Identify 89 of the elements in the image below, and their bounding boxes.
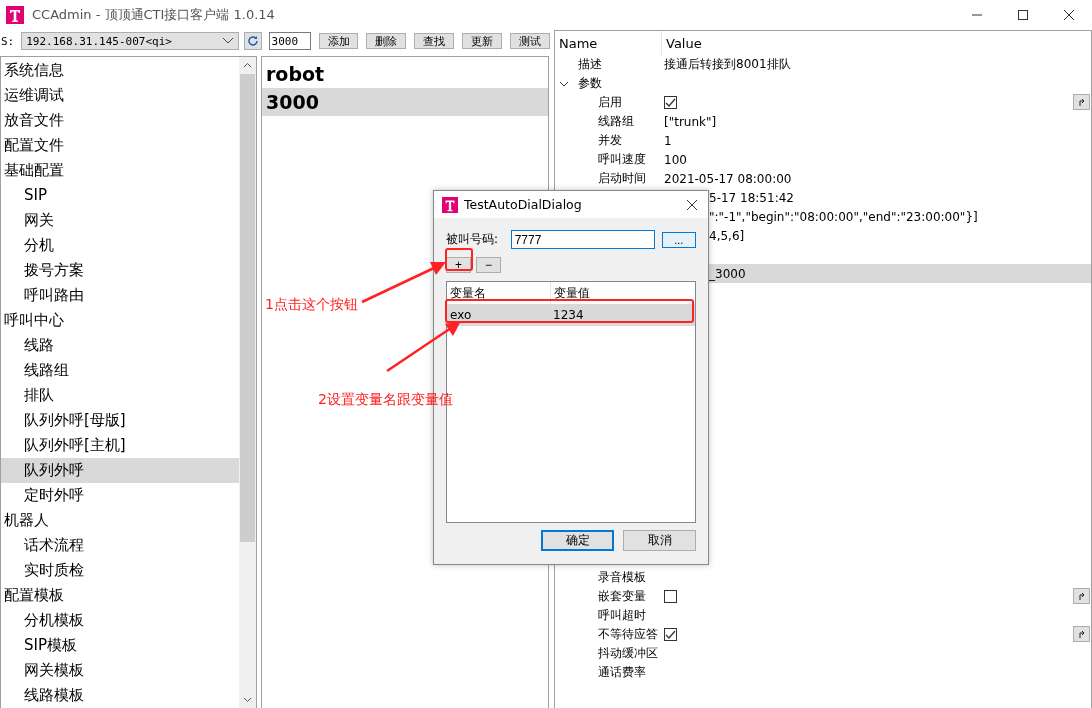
tree-item[interactable]: 线路模板 <box>1 683 239 708</box>
property-name: 通话费率 <box>598 664 647 681</box>
property-value: 接通后转接到8001排队 <box>664 56 791 73</box>
number-label: 被叫号码: <box>446 231 500 248</box>
tree-item[interactable]: 实时质检 <box>1 558 239 583</box>
property-name: 参数 <box>578 75 603 92</box>
cancel-button[interactable]: 取消 <box>623 530 696 551</box>
property-name: 嵌套变量 <box>598 588 647 605</box>
tree-item[interactable]: SIP模板 <box>1 633 239 658</box>
tree-item[interactable]: 配置文件 <box>1 133 239 158</box>
number-field[interactable]: 7777 <box>510 230 655 249</box>
tree-item[interactable]: 线路 <box>1 333 239 358</box>
curved-arrow-icon <box>1077 97 1086 107</box>
browse-button[interactable]: ... <box>661 231 696 248</box>
tree-item[interactable]: 队列外呼[母版] <box>1 408 239 433</box>
tree-item[interactable]: 拨号方案 <box>1 258 239 283</box>
window-title: CCAdmin - 顶顶通CTI接口客户端 1.0.14 <box>32 6 275 24</box>
property-value: 2021-05-17 08:00:00 <box>664 171 792 186</box>
list-item[interactable]: 3000 <box>262 88 548 116</box>
close-icon[interactable] <box>686 198 698 211</box>
tree-item[interactable]: 分机模板 <box>1 608 239 633</box>
property-value: 100 <box>664 152 687 167</box>
column-header[interactable]: Value <box>662 35 702 51</box>
remove-button[interactable]: − <box>476 257 501 273</box>
property-name: 录音模板 <box>598 569 647 586</box>
checkbox[interactable] <box>664 628 677 641</box>
scrollbar[interactable] <box>239 57 256 708</box>
tree-item[interactable]: 排队 <box>1 383 239 408</box>
app-logo-icon <box>6 6 24 24</box>
column-header[interactable]: Name <box>555 31 662 55</box>
search-field[interactable]: 3000 <box>268 32 311 50</box>
toolbar-button[interactable]: 更新 <box>462 33 503 49</box>
tree-item[interactable]: SIP <box>1 183 239 208</box>
annotation-text: 2设置变量名跟变量值 <box>318 391 453 409</box>
app-logo-icon <box>442 196 458 213</box>
toolbar-button[interactable]: 测试 <box>510 33 551 49</box>
tree-item[interactable]: 网关 <box>1 208 239 233</box>
tree-item[interactable]: 系统信息 <box>1 58 239 83</box>
reset-button[interactable] <box>1073 94 1090 110</box>
server-dropdown[interactable]: 192.168.31.145-007<qi> <box>21 32 239 50</box>
ok-button[interactable]: 确定 <box>541 530 614 551</box>
tree-item[interactable]: 话术流程 <box>1 533 239 558</box>
property-name: 不等待应答 <box>598 626 659 643</box>
toolbar-button[interactable]: 删除 <box>366 33 407 49</box>
refresh-button[interactable] <box>243 32 262 50</box>
property-name: 线路组 <box>598 113 635 130</box>
refresh-icon <box>246 35 259 47</box>
checkbox[interactable] <box>664 590 677 603</box>
property-name: 呼叫速度 <box>598 151 647 168</box>
toolbar-button[interactable]: 添加 <box>318 33 359 49</box>
property-value: _3000 <box>709 266 746 281</box>
property-value: 4,5,6] <box>709 228 745 243</box>
property-name: 呼叫超时 <box>598 607 647 624</box>
tree-item[interactable]: 机器人 <box>1 508 239 533</box>
list-item[interactable]: robot <box>262 60 548 88</box>
tree-item[interactable]: 呼叫中心 <box>1 308 239 333</box>
curved-arrow-icon <box>1077 629 1086 639</box>
column-header[interactable]: 变量值 <box>551 284 590 302</box>
tree-item[interactable]: 线路组 <box>1 358 239 383</box>
property-value: 5-17 18:51:42 <box>709 190 794 205</box>
tree-item[interactable]: 基础配置 <box>1 158 239 183</box>
tree-item[interactable]: 分机 <box>1 233 239 258</box>
chevron-down-icon[interactable] <box>221 37 234 45</box>
tree-item[interactable]: 定时外呼 <box>1 483 239 508</box>
tree-item[interactable]: 呼叫路由 <box>1 283 239 308</box>
property-value: ":"-1","begin":"08:00:00","end":"23:00:00"}] <box>709 209 978 224</box>
property-name: 启动时间 <box>598 170 647 187</box>
tree-item[interactable]: 放音文件 <box>1 108 239 133</box>
tree-item[interactable]: 运维调试 <box>1 83 239 108</box>
curved-arrow-icon <box>1077 591 1086 601</box>
property-name: 描述 <box>578 56 603 73</box>
tree-item[interactable]: 配置模板 <box>1 583 239 608</box>
tree-item[interactable]: 队列外呼[主机] <box>1 433 239 458</box>
property-value: ["trunk"] <box>664 114 717 129</box>
toolbar-button[interactable]: 查找 <box>414 33 455 49</box>
dialog-title: TestAutoDialDialog <box>464 197 582 212</box>
table-row[interactable]: exo 1234 <box>447 304 695 326</box>
property-value: 1 <box>664 133 672 148</box>
checkbox[interactable] <box>664 96 677 109</box>
property-name: 并发 <box>598 132 623 149</box>
reset-button[interactable] <box>1073 588 1090 604</box>
property-name: 抖动缓冲区 <box>598 645 659 662</box>
tree-item[interactable]: 网关模板 <box>1 658 239 683</box>
property-name: 启用 <box>598 94 623 111</box>
server-label: S: <box>1 34 15 48</box>
reset-button[interactable] <box>1073 626 1090 642</box>
annotation-text: 1点击这个按钮 <box>265 296 358 314</box>
tree-item[interactable]: 队列外呼 <box>1 458 239 483</box>
highlight-frame <box>445 248 473 271</box>
